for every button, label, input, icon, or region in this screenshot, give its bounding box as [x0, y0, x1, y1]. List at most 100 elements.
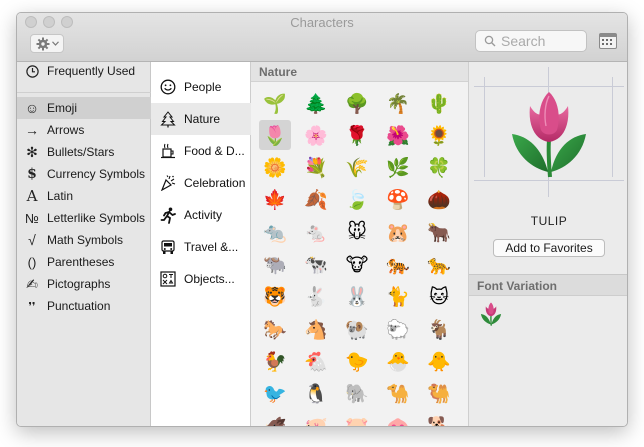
emoji-cell[interactable]: 🐱 [423, 282, 455, 312]
emoji-cell[interactable]: 🌰 [423, 185, 455, 215]
emoji-cell[interactable]: 🍀 [423, 153, 455, 183]
emoji-cell[interactable]: 🌳 [341, 88, 373, 118]
emoji-cell[interactable]: 🍂 [300, 185, 332, 215]
sidebar-item-label: Frequently Used [47, 64, 136, 78]
emoji-cell[interactable]: 🐕 [423, 411, 455, 427]
emoji-cell[interactable]: 🐏 [341, 314, 373, 344]
emoji-cell[interactable]: 🌹 [341, 120, 373, 150]
emoji-cell[interactable]: 🐭 [341, 217, 373, 247]
emoji-cell[interactable]: 🐹 [382, 217, 414, 247]
emoji-cell[interactable]: 🌻 [423, 120, 455, 150]
emoji-cell[interactable]: 🐴 [300, 314, 332, 344]
chevron-down-icon [51, 41, 59, 46]
emoji-cell[interactable]: 🐘 [341, 379, 373, 409]
emoji-cell[interactable]: 🐮 [341, 250, 373, 280]
sidebar-item-latin[interactable]: A Latin [17, 185, 151, 207]
preview-guide-line [474, 180, 624, 181]
emoji-cell[interactable]: 🐗 [259, 411, 291, 427]
emoji-cell[interactable]: 🐣 [382, 346, 414, 376]
emoji-cell[interactable]: 🐑 [382, 314, 414, 344]
emoji-cell[interactable]: 🌾 [341, 153, 373, 183]
emoji-cell[interactable]: 🐄 [300, 250, 332, 280]
font-variation-tulip[interactable] [479, 302, 503, 326]
subcategory-activity[interactable]: Activity [151, 199, 251, 231]
emoji-cell[interactable]: 🌸 [300, 120, 332, 150]
sidebar-item-currency-symbols[interactable]: $ Currency Symbols [17, 163, 151, 185]
party-popper-icon [151, 175, 184, 191]
emoji-cell[interactable]: 🐎 [259, 314, 291, 344]
emoji-cell[interactable]: 🐖 [300, 411, 332, 427]
emoji-cell[interactable]: 🐯 [259, 282, 291, 312]
emoji-cell[interactable]: 🐃 [259, 250, 291, 280]
search-input[interactable] [501, 33, 581, 49]
emoji-cell[interactable]: 🐽 [382, 411, 414, 427]
emoji-cell[interactable]: 🐔 [300, 346, 332, 376]
search-field[interactable] [475, 30, 587, 52]
font-variation-header: Font Variation [469, 274, 627, 296]
emoji-cell[interactable]: 🐷 [341, 411, 373, 427]
emoji-cell[interactable]: 🐂 [423, 217, 455, 247]
grid-section-header: Nature [251, 62, 468, 82]
subcategory-travel-places[interactable]: Travel &... [151, 231, 251, 263]
sidebar-item-emoji[interactable]: ☺ Emoji [17, 97, 151, 119]
emoji-cell[interactable]: 🐧 [300, 379, 332, 409]
sidebar-item-math-symbols[interactable]: √ Math Symbols [17, 229, 151, 251]
sidebar-item-frequently-used[interactable]: Frequently Used [17, 60, 151, 82]
sidebar-item-letterlike-symbols[interactable]: № Letterlike Symbols [17, 207, 151, 229]
emoji-cell[interactable]: 🌱 [259, 88, 291, 118]
preview-guide-line [474, 86, 624, 87]
emoji-cell[interactable]: 🐁 [300, 217, 332, 247]
emoji-cell[interactable]: 🌿 [382, 153, 414, 183]
sidebar-item-arrows[interactable]: → Arrows [17, 119, 151, 141]
emoji-cell[interactable]: 🌴 [382, 88, 414, 118]
subcategory-celebration[interactable]: Celebration [151, 167, 251, 199]
tulip-preview-image [512, 92, 586, 178]
emoji-cell[interactable]: 💐 [300, 153, 332, 183]
latin-a-icon: A [26, 187, 38, 205]
sidebar-item-parentheses[interactable]: () Parentheses [17, 251, 151, 273]
window-title: Characters [290, 15, 354, 30]
emoji-cell[interactable]: 🍁 [259, 185, 291, 215]
emoji-cell[interactable]: 🌼 [259, 153, 291, 183]
subcategory-people[interactable]: People [151, 71, 251, 103]
emoji-cell[interactable]: 🍃 [341, 185, 373, 215]
subcategory-nature[interactable]: Nature [151, 103, 251, 135]
sidebar-item-bullets-stars[interactable]: ✻ Bullets/Stars [17, 141, 151, 163]
emoji-cell[interactable]: 🐅 [382, 250, 414, 280]
emoji-cell[interactable]: 🐤 [341, 346, 373, 376]
sidebar-item-label: Math Symbols [47, 233, 124, 247]
subcategory-label: Objects... [184, 272, 235, 286]
emoji-cell[interactable]: 🐪 [382, 379, 414, 409]
emoji-cell[interactable]: 🍄 [382, 185, 414, 215]
sidebar-item-punctuation[interactable]: ❜❜ Punctuation [17, 295, 151, 317]
subcategory-objects-symbols[interactable]: Objects... [151, 263, 251, 295]
subcategory-label: Nature [184, 112, 221, 126]
emoji-cell[interactable]: 🐓 [259, 346, 291, 376]
search-icon [484, 35, 496, 47]
emoji-cell[interactable]: 🌲 [300, 88, 332, 118]
emoji-cell[interactable]: 🌺 [382, 120, 414, 150]
action-menu-button[interactable] [30, 34, 64, 53]
emoji-cell[interactable]: 🐐 [423, 314, 455, 344]
pencil-hand-icon: ✍ [26, 275, 38, 292]
emoji-cell[interactable]: 🌵 [423, 88, 455, 118]
asterisk-icon: ✻ [26, 143, 38, 160]
sidebar-item-pictographs[interactable]: ✍ Pictographs [17, 273, 151, 295]
emoji-cell[interactable]: 🌷 [259, 120, 291, 151]
character-grid-icon[interactable] [599, 33, 617, 49]
sidebar-item-label: Latin [47, 189, 74, 203]
add-to-favorites-button[interactable]: Add to Favorites [493, 239, 605, 257]
sqrt-icon: √ [28, 232, 36, 248]
emoji-cell[interactable]: 🐥 [423, 346, 455, 376]
emoji-cell[interactable]: 🐈 [382, 282, 414, 312]
emoji-cell[interactable]: 🐇 [300, 282, 332, 312]
emoji-cell[interactable]: 🐆 [423, 250, 455, 280]
emoji-cell[interactable]: 🐦 [259, 379, 291, 409]
sidebar-divider [17, 92, 151, 93]
emoji-cell[interactable]: 🐀 [259, 217, 291, 247]
sidebar-item-label: Pictographs [47, 277, 111, 291]
smiley-face-icon [151, 79, 184, 95]
emoji-cell[interactable]: 🐫 [423, 379, 455, 409]
subcategory-food-drink[interactable]: Food & D... [151, 135, 251, 167]
emoji-cell[interactable]: 🐰 [341, 282, 373, 312]
